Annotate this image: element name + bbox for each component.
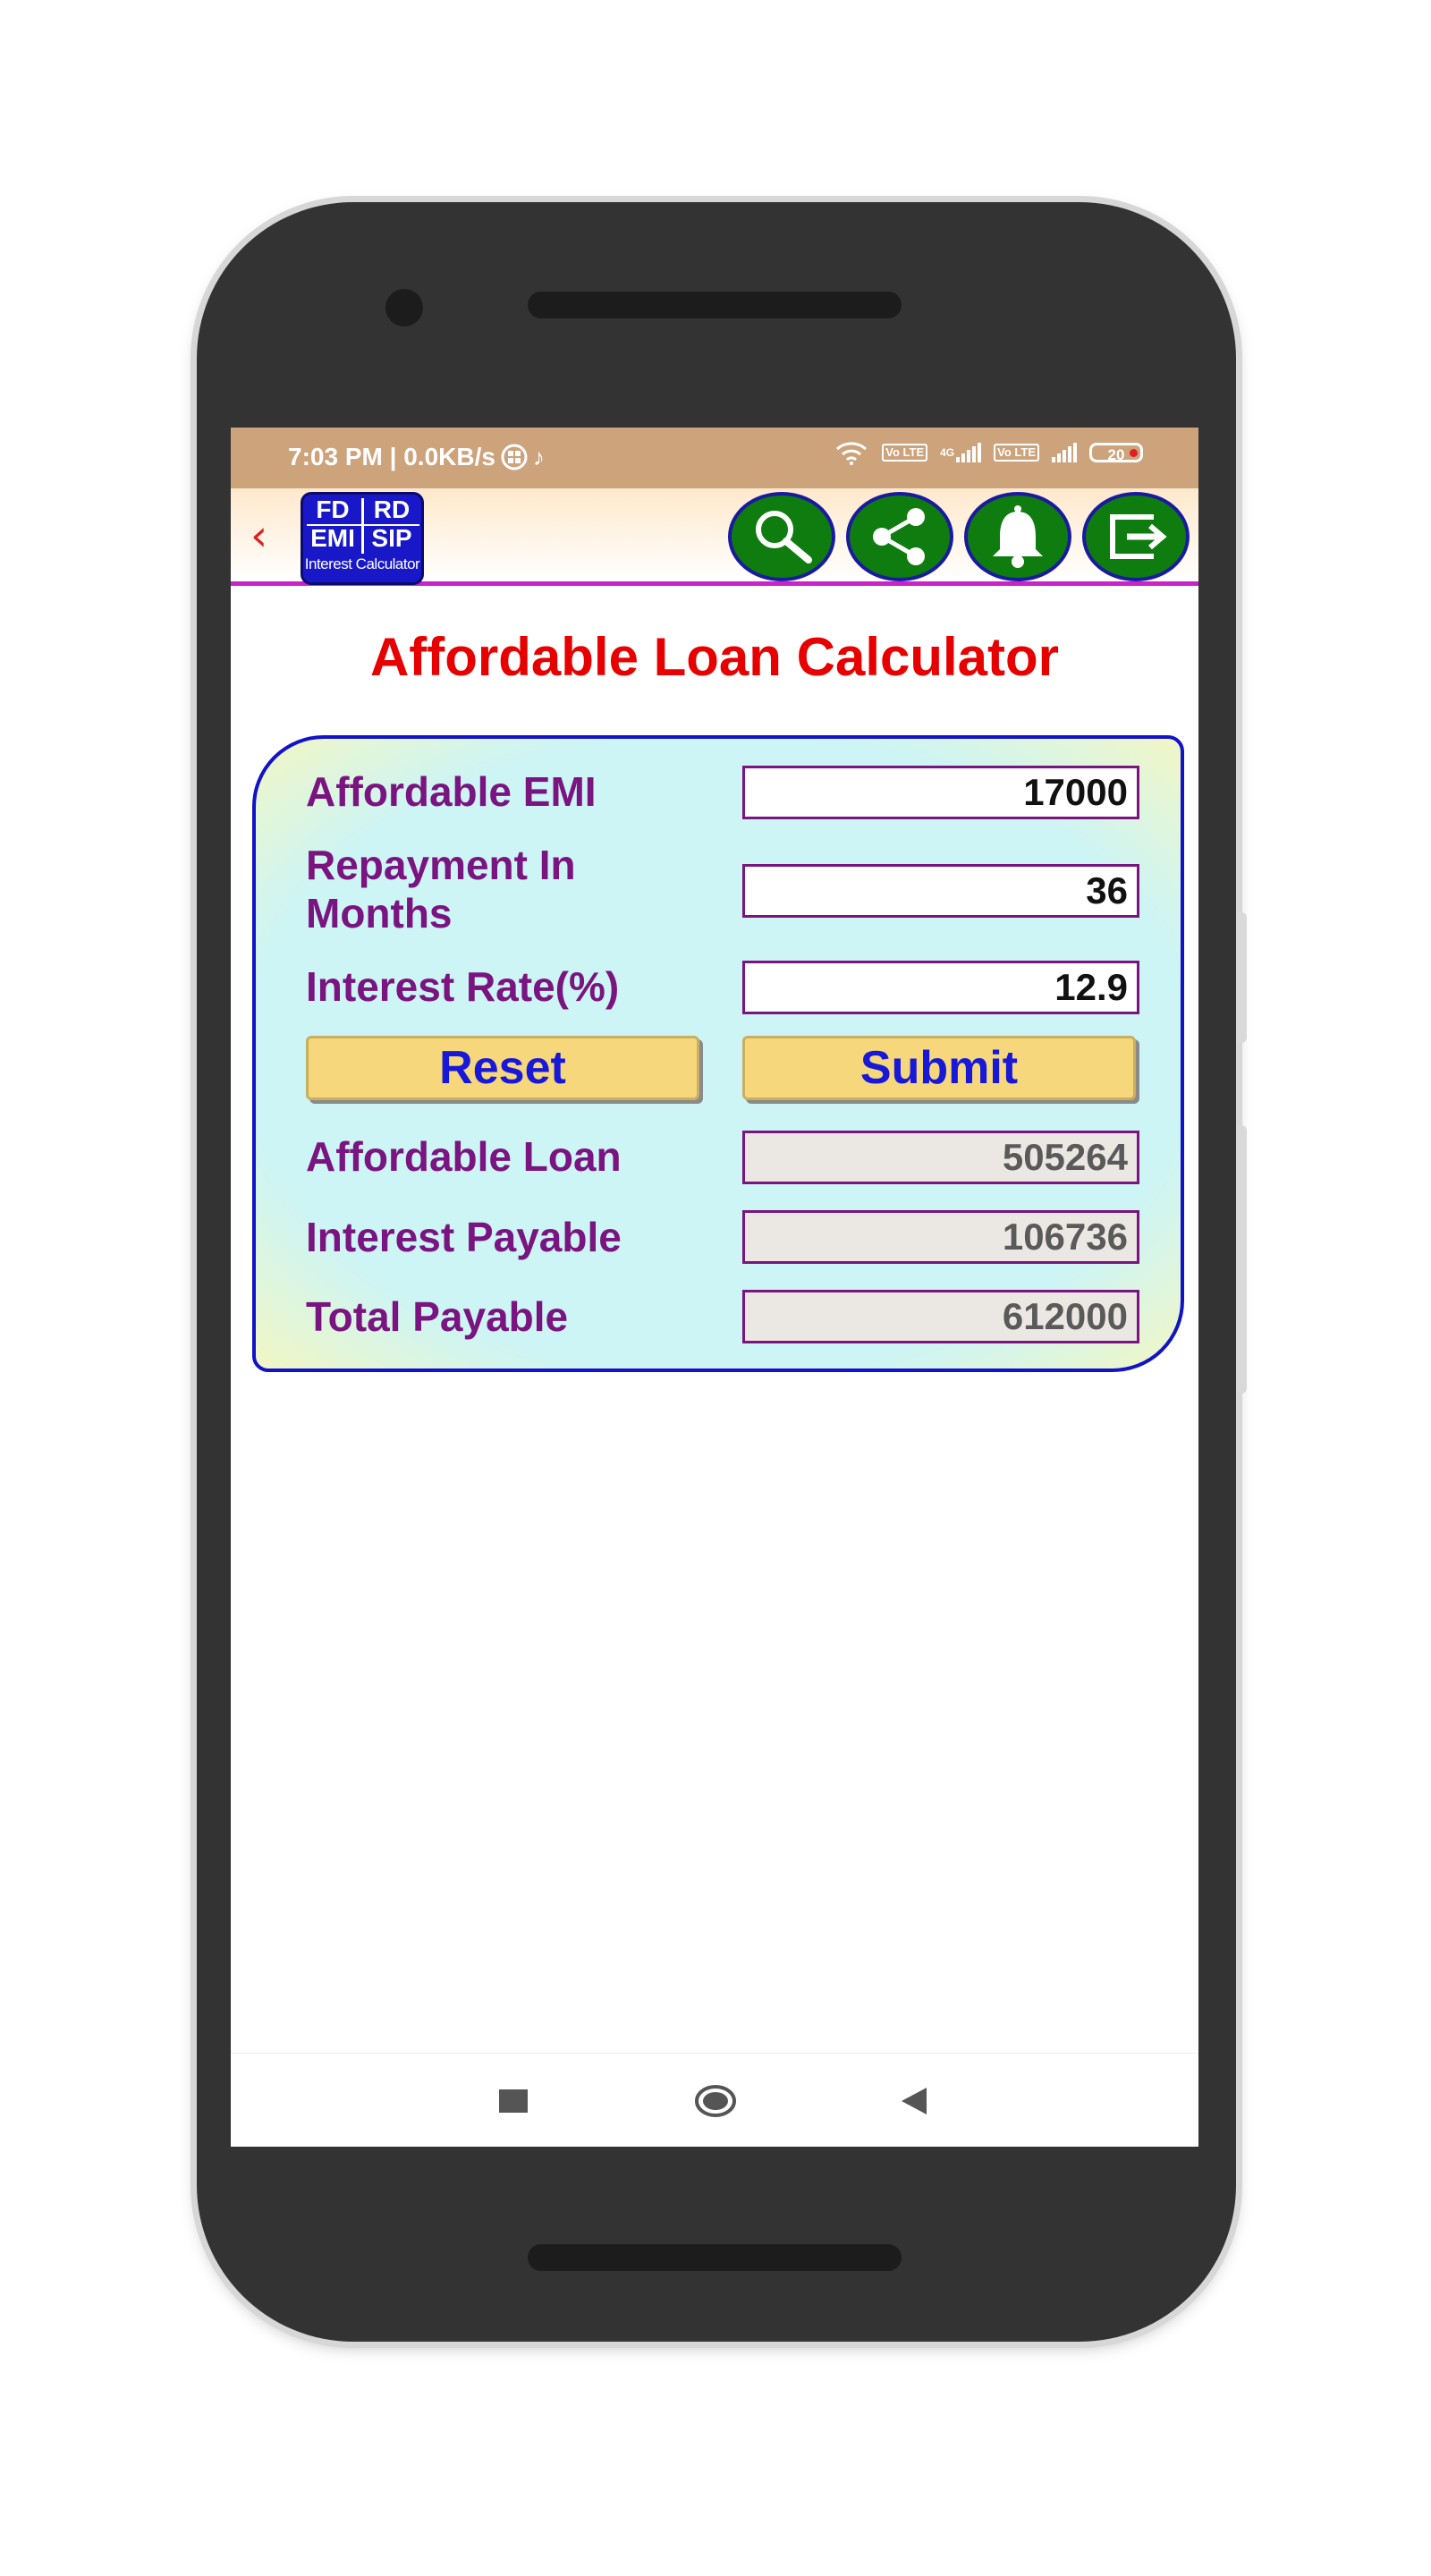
share-button[interactable] <box>846 492 953 581</box>
search-icon <box>756 511 812 564</box>
notification-button[interactable] <box>964 492 1071 581</box>
exit-icon <box>1110 514 1167 559</box>
reset-button[interactable]: Reset <box>306 1036 699 1100</box>
logo-fd: FD <box>316 496 350 523</box>
months-input[interactable]: 36 <box>742 864 1139 918</box>
volte-icon-2: Vo LTE <box>994 444 1039 462</box>
logo-caption: Interest Calculator <box>304 555 420 572</box>
back-button[interactable] <box>869 2054 959 2147</box>
back-triangle-icon <box>902 2087 927 2114</box>
status-bar: 7:03 PM | 0.0KB/s ♪ Vo LTE 4G Vo LTE 20 <box>231 428 1198 488</box>
volume-button <box>1236 912 1247 1043</box>
emi-label: Affordable EMI <box>306 768 597 815</box>
signal-icon <box>1052 443 1077 462</box>
signal-4g-icon: 4G <box>940 443 982 462</box>
back-arrow-icon[interactable]: ‹ <box>250 513 286 558</box>
months-label-line1: Repayment In <box>306 842 576 888</box>
network-type: 4G <box>940 446 955 459</box>
power-button <box>1236 1125 1247 1394</box>
page-title: Affordable Loan Calculator <box>369 627 1060 687</box>
rate-input[interactable]: 12.9 <box>742 961 1139 1014</box>
front-camera <box>385 289 423 326</box>
home-button[interactable] <box>671 2054 760 2147</box>
navigation-bar <box>231 2053 1198 2147</box>
interest-label: Interest Payable <box>306 1214 622 1260</box>
wifi-icon <box>834 440 869 465</box>
loan-label: Affordable Loan <box>306 1133 622 1180</box>
loan-output: 505264 <box>742 1131 1139 1184</box>
logo-emi: EMI <box>310 524 355 552</box>
top-speaker <box>528 292 902 318</box>
emi-input[interactable]: 17000 <box>742 766 1139 819</box>
grid-icon <box>501 444 528 470</box>
total-output: 612000 <box>742 1290 1139 1343</box>
screen: 7:03 PM | 0.0KB/s ♪ Vo LTE 4G Vo LTE 20 … <box>231 428 1198 2147</box>
app-logo: FD RD EMI SIP Interest Calculator <box>301 492 424 585</box>
recents-button[interactable] <box>469 2054 558 2147</box>
bottom-speaker <box>528 2244 902 2271</box>
tiktok-icon: ♪ <box>532 443 545 470</box>
calculator-card: Affordable EMI 17000 Repayment In Months… <box>252 735 1184 1372</box>
recents-square-icon <box>499 2089 528 2113</box>
rate-label: Interest Rate(%) <box>306 963 620 1010</box>
exit-button[interactable] <box>1082 492 1190 581</box>
battery-icon: 20 <box>1089 443 1143 463</box>
home-circle-icon <box>695 2084 736 2117</box>
bell-icon <box>993 505 1043 568</box>
logo-sip: SIP <box>371 524 412 552</box>
volte-icon: Vo LTE <box>882 444 928 462</box>
months-label-line2: Months <box>306 890 453 936</box>
total-label: Total Payable <box>306 1293 569 1340</box>
search-button[interactable] <box>728 492 835 581</box>
logo-rd: RD <box>373 496 411 523</box>
status-time: 7:03 PM | 0.0KB/s <box>288 443 495 470</box>
battery-level: 20 <box>1107 446 1125 463</box>
interest-output: 106736 <box>742 1210 1139 1264</box>
share-icon <box>873 508 925 565</box>
app-bar: ‹ FD RD EMI SIP Interest Calculator <box>231 488 1198 586</box>
submit-button[interactable]: Submit <box>742 1036 1136 1100</box>
